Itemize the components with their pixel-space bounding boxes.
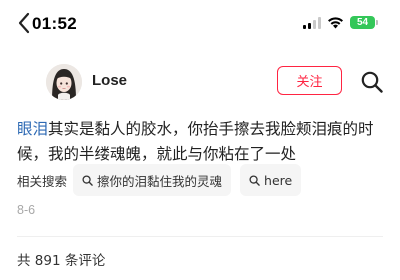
chip-label: 擦你的泪黏住我的灵魂	[97, 173, 223, 189]
author-avatar[interactable]	[46, 64, 82, 100]
hashtag-link[interactable]: 眼泪	[17, 120, 48, 138]
status-icons: 54	[303, 16, 378, 29]
status-bar: 01:52 54	[0, 0, 400, 50]
search-button[interactable]	[358, 68, 386, 96]
divider	[17, 236, 383, 237]
author-name[interactable]: Lose	[92, 72, 127, 89]
comment-count: 共 891 条评论	[17, 253, 106, 269]
related-search-chip[interactable]: here	[240, 164, 302, 196]
search-icon	[249, 174, 260, 186]
cellular-signal-icon	[303, 16, 321, 29]
back-button[interactable]	[12, 10, 36, 36]
status-time: 01:52	[32, 14, 77, 33]
avatar-image	[46, 64, 82, 100]
note-body: 其实是黏人的胶水，你抬手擦去我脸颊泪痕的时候，我的半缕魂魄，就此与你粘在了一处	[17, 120, 374, 163]
related-search-row: 相关搜索 擦你的泪黏住我的灵魂 here	[17, 164, 310, 196]
follow-button[interactable]: 关注	[277, 66, 342, 95]
search-icon	[82, 174, 93, 186]
wifi-icon	[328, 17, 343, 29]
chevron-left-icon	[18, 12, 30, 34]
related-search-chip[interactable]: 擦你的泪黏住我的灵魂	[73, 164, 232, 196]
post-date: 8-6	[17, 203, 36, 217]
chip-label: here	[264, 172, 293, 188]
search-icon	[361, 71, 383, 93]
battery-level: 54	[350, 16, 375, 29]
note-content: 眼泪其实是黏人的胶水，你抬手擦去我脸颊泪痕的时候，我的半缕魂魄，就此与你粘在了一…	[17, 117, 387, 167]
battery-icon: 54	[350, 16, 378, 29]
related-search-label: 相关搜索	[17, 173, 68, 189]
